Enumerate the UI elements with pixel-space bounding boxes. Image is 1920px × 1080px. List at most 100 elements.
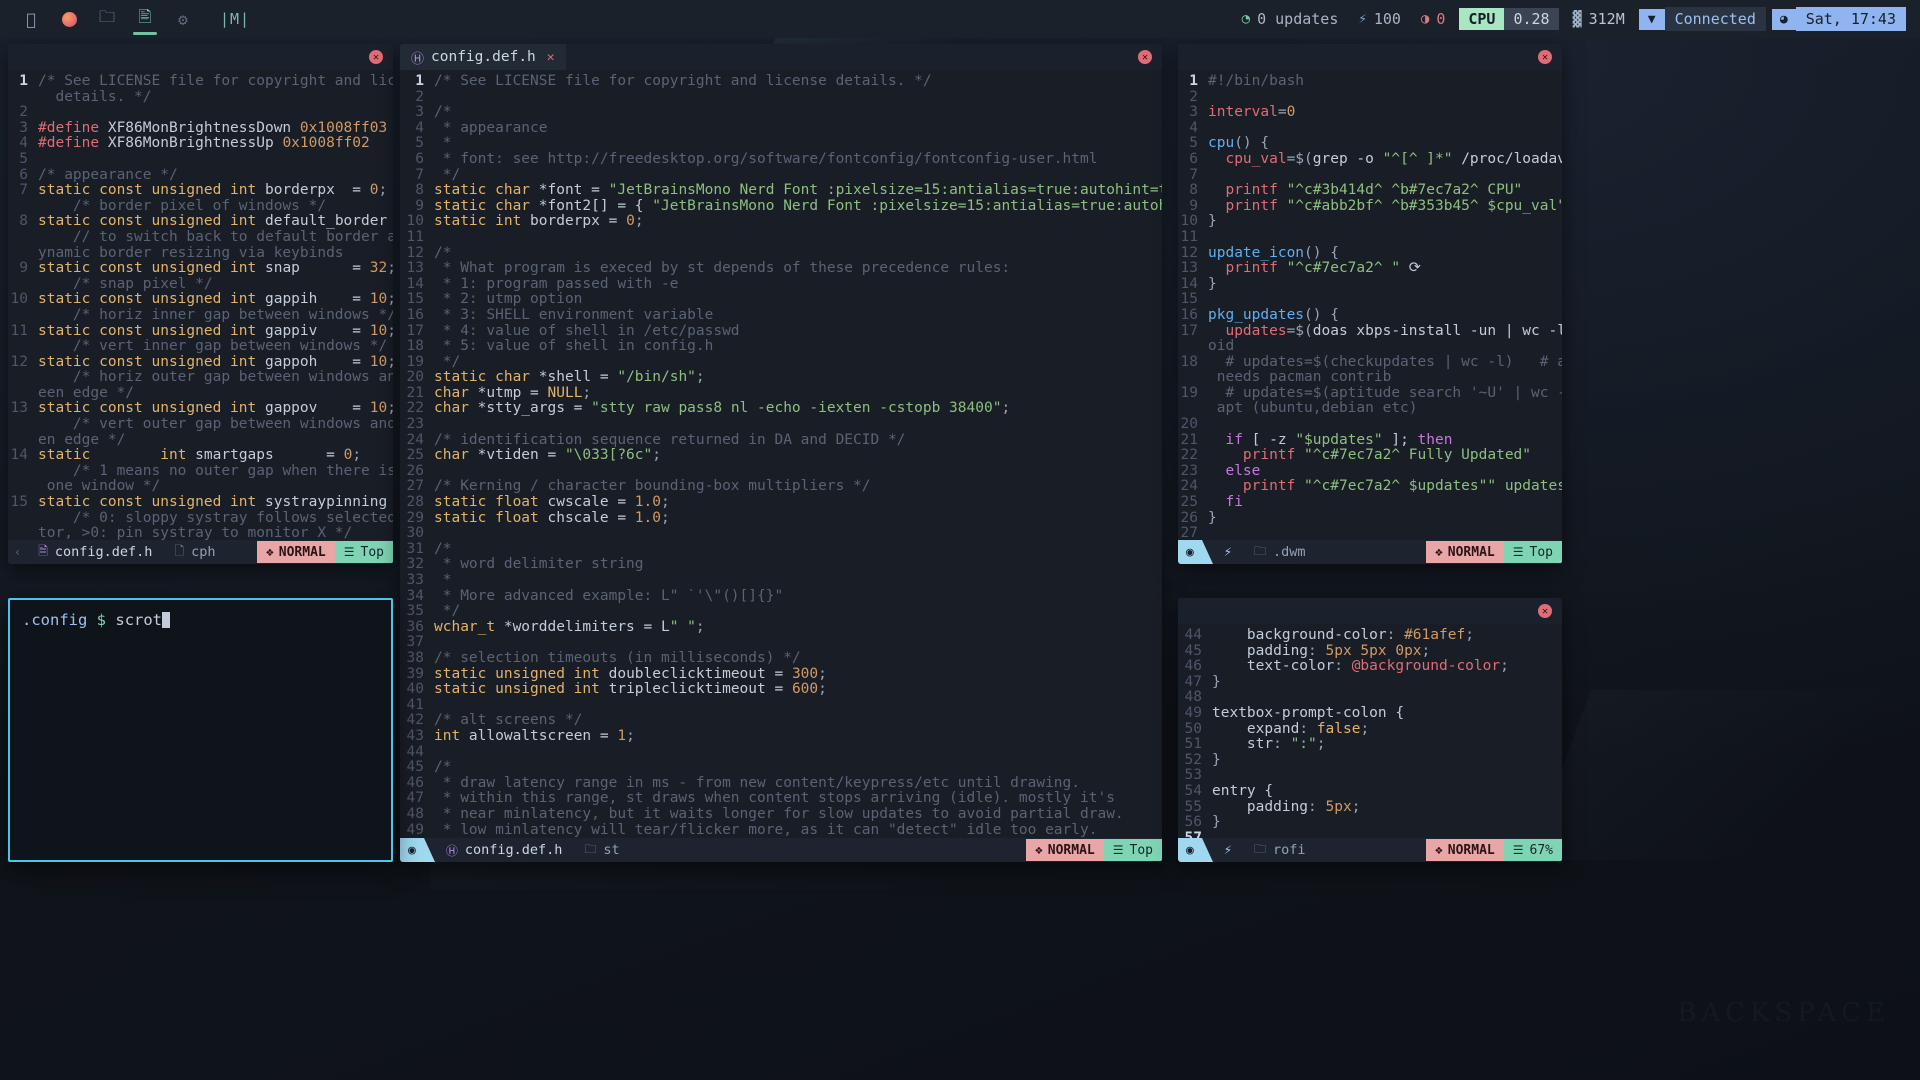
right-bottom-file-segment[interactable]: 🗀 rofi — [1243, 838, 1317, 862]
line-number: 40 — [406, 681, 424, 698]
line-text: * font: see http://freedesktop.org/softw… — [434, 151, 1098, 167]
code-line: 21 if [ -z "$updates" ]; then — [1178, 432, 1562, 449]
line-number: 5 — [1189, 135, 1198, 152]
tag-terminal[interactable]:  — [14, 0, 48, 38]
battery-module[interactable]: ⚡ 100 — [1348, 6, 1411, 32]
code-line: 47} — [1178, 674, 1562, 691]
line-number: 35 — [406, 603, 424, 620]
left-editor-window[interactable]: ✕ 1 /* See LICENSE file for copyright and… — [8, 44, 393, 564]
code-line: een edge */ — [8, 386, 393, 402]
code-line: 10 static const unsigned int gappih = 10; — [8, 292, 393, 308]
tag-firefox[interactable] — [52, 0, 86, 38]
right-bottom-code-area[interactable]: 44 background-color: #61afef; 45 padding:… — [1178, 624, 1562, 838]
folder-icon: 🗀 — [98, 6, 115, 26]
left-filename: config.def.h — [54, 544, 153, 560]
line-text: /* horiz outer gap between windows and s… — [72, 370, 393, 386]
line-number: 27 — [1180, 525, 1198, 540]
left-tabline: ✕ — [8, 44, 393, 70]
code-line: 18 # updates=$(checkupdates | wc -l) # a… — [1178, 354, 1562, 371]
line-number: 6 — [19, 166, 28, 183]
center-file-segment[interactable]: Ⓗ config.def.h — [435, 838, 574, 862]
right-top-bolt-segment[interactable]: ⚡ — [1213, 540, 1243, 564]
line-text: printf "^c#7ec7a2^ $updates"" updates" — [1208, 479, 1562, 495]
line-text — [434, 526, 1162, 542]
line-text: char *utmp = NULL; — [434, 385, 592, 401]
left-code-area[interactable]: 1 /* See LICENSE file for copyright and l… — [8, 70, 393, 540]
right-bottom-editor-window[interactable]: ✕ 44 background-color: #61afef; 45 paddin… — [1178, 598, 1562, 862]
line-number: 9 — [415, 197, 424, 214]
close-icon[interactable]: ✕ — [1538, 604, 1552, 618]
line-number: 53 — [1184, 767, 1202, 784]
line-text — [1208, 417, 1562, 433]
line-number: 18 — [406, 338, 424, 355]
memory-module[interactable]: ▓ 312M — [1563, 10, 1635, 28]
line-text: * What program is execed by st depends o… — [434, 261, 1011, 277]
code-line: 17 * 4: value of shell in /etc/passwd — [400, 323, 1162, 340]
line-text — [434, 230, 1162, 246]
code-line: 33 * — [400, 572, 1162, 589]
close-icon[interactable]: ✕ — [369, 50, 383, 64]
center-secondary-segment[interactable]: 🗀 st — [573, 838, 630, 862]
line-number: 3 — [19, 119, 28, 136]
network-module[interactable]: ▼ Connected — [1638, 6, 1766, 32]
code-line: 18 * 5: value of shell in config.h — [400, 338, 1162, 355]
center-code-area[interactable]: 1 /* See LICENSE file for copyright and l… — [400, 70, 1162, 838]
line-text: else — [1208, 463, 1261, 479]
right-top-editor-window[interactable]: ✕ 1 #!/bin/bash 2 3 interval=0 4 5 cpu() {6 c… — [1178, 44, 1562, 564]
right-bottom-bolt-segment[interactable]: ⚡ — [1213, 838, 1243, 862]
tag-editor[interactable]: 🖹 — [128, 0, 162, 38]
line-text: /* 0: sloppy systray follows selected mo… — [72, 510, 393, 526]
terminal-prompt-symbol: $ — [96, 611, 107, 629]
line-text: * 4: value of shell in /etc/passwd — [434, 323, 740, 339]
volume-module[interactable]: ◑ 0 — [1411, 6, 1455, 32]
line-number: 9 — [19, 260, 28, 277]
close-icon[interactable]: ✕ — [1138, 50, 1152, 64]
terminal-content[interactable]: .config $ scrot — [10, 600, 391, 640]
line-text: * within this range, st draws when conte… — [434, 791, 1115, 807]
code-line: 27 — [1178, 526, 1562, 540]
code-line: 53 — [1178, 768, 1562, 784]
line-text: static const unsigned int systraypinning… — [38, 495, 388, 511]
line-text: printf "^c#3b414d^ ^b#7ec7a2^ CPU" — [1208, 183, 1523, 199]
left-file-segment[interactable]: 🗎 config.def.h — [27, 540, 163, 564]
code-line: 13 static const unsigned int gappov = 10; — [8, 401, 393, 417]
tag-settings[interactable]: ⚙ — [166, 0, 200, 38]
line-text: text-color: @background-color; — [1212, 659, 1509, 675]
code-line: 6 cpu_val=$(grep -o "^[^ ]*" /proc/loada… — [1178, 150, 1562, 168]
line-number — [8, 511, 38, 527]
line-number: 4 — [19, 135, 28, 152]
cpu-module[interactable]: CPU 0.28 — [1459, 6, 1559, 32]
line-number: 6 — [1189, 150, 1198, 167]
center-editor-window[interactable]: Ⓗ config.def.h ✕ ✕ 1 /* See LICENSE file … — [400, 44, 1162, 862]
right-top-code-area[interactable]: 1 #!/bin/bash 2 3 interval=0 4 5 cpu() {6 cpu… — [1178, 70, 1562, 540]
editor-pencil-icon: 🖹 — [138, 6, 152, 26]
updates-module[interactable]: ◔ 0 updates — [1232, 6, 1349, 32]
line-number: 25 — [406, 447, 424, 464]
close-icon[interactable]: ✕ — [1538, 50, 1552, 64]
terminal-window[interactable]: .config $ scrot — [8, 598, 393, 862]
tab-config-def-h[interactable]: Ⓗ config.def.h ✕ — [400, 44, 566, 70]
left-secondary-segment[interactable]: 🗋 cph — [163, 540, 226, 564]
tag-folder[interactable]: 🗀 — [90, 0, 124, 38]
line-text: /* appearance */ — [38, 167, 178, 183]
center-mode-icon: ◉ — [400, 838, 424, 862]
line-number: 46 — [406, 774, 424, 791]
code-line: 7 static const unsigned int borderpx = 0; — [8, 183, 393, 199]
line-number: 29 — [406, 509, 424, 526]
line-text: #define XF86MonBrightnessUp 0x1008ff02 — [38, 136, 370, 152]
code-line: 36 wchar_t *worddelimiters = L" "; — [400, 619, 1162, 636]
layout-indicator[interactable]: |M| — [220, 10, 250, 28]
code-line: 48 — [1178, 690, 1562, 706]
right-top-file-segment[interactable]: 🗀 .dwm — [1243, 540, 1317, 564]
line-text: apt (ubuntu,debian etc) — [1208, 401, 1418, 417]
tab-close-icon[interactable]: ✕ — [547, 50, 555, 65]
line-number: 45 — [1184, 642, 1202, 659]
left-scroll-arrow-icon[interactable]: ‹ — [8, 545, 27, 559]
center-tabline: Ⓗ config.def.h ✕ ✕ — [400, 44, 1162, 70]
line-number: 2 — [415, 88, 424, 105]
clock-module[interactable]: ◕ Sat, 17:43 — [1771, 6, 1906, 32]
code-line: 31 /* — [400, 541, 1162, 558]
line-number: 49 — [1184, 704, 1202, 721]
line-text — [434, 90, 1162, 106]
contrast-icon: ◑ — [1420, 11, 1430, 27]
